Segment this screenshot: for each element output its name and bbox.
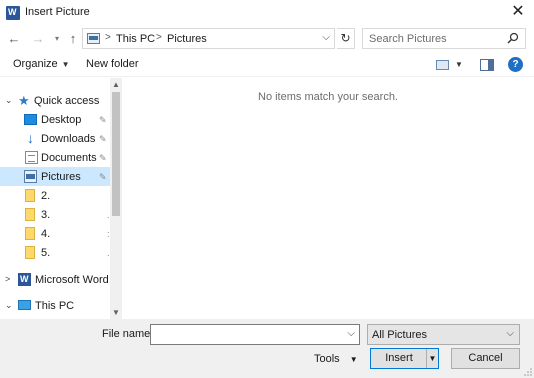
pictures-icon [24,170,37,183]
back-button[interactable]: ← [7,31,21,47]
search-icon[interactable] [507,32,519,44]
chevron-down-icon: ⌵ [506,328,514,339]
file-list-area[interactable]: No items match your search. [122,78,534,319]
window-title: Insert Picture [25,6,90,18]
chevron-down-icon[interactable]: ⌄ [5,95,13,106]
title-bar: Insert Picture ✕ [0,0,534,26]
search-input[interactable] [369,32,499,46]
dialog-footer: File name: ⌵ All Pictures ⌵ Tools ▼ Inser… [0,319,534,378]
chevron-down-icon[interactable]: ⌄ [5,300,13,311]
recent-locations-button[interactable]: ▾ [52,31,62,47]
tools-menu[interactable]: Tools ▼ [314,353,358,365]
resize-grip-icon[interactable] [524,368,532,376]
sidebar-item-label: Desktop [41,114,82,126]
folder-icon [25,208,35,221]
star-icon: ★ [18,93,30,108]
search-box[interactable] [362,28,526,49]
download-icon: ↓ [27,130,34,146]
sidebar-item-desktop[interactable]: Desktop ✎ [0,110,110,129]
sidebar-item-label: 5. [41,247,51,259]
new-folder-button[interactable]: New folder [86,58,139,70]
sidebar-item-this-pc[interactable]: ⌄ This PC [0,296,110,315]
file-type-selected: All Pictures [372,329,428,341]
sidebar-item-pictures[interactable]: Pictures ✎ [0,167,110,186]
sidebar-item-folder-3[interactable]: 3. . [0,205,110,224]
sidebar-item-microsoft-word[interactable]: > Microsoft Word [0,270,110,289]
sidebar-item-label: Downloads [41,133,96,145]
pc-icon [18,300,31,310]
sidebar-item-label: Documents [41,152,97,164]
sidebar-item-label: Microsoft Word [35,274,109,286]
insert-label: Insert [385,352,413,364]
breadcrumb-pictures[interactable]: Pictures [167,33,207,45]
pin-icon: ✎ [99,115,107,125]
up-button[interactable]: ↑ [66,31,80,47]
breadcrumb-this-pc[interactable]: This PC [116,33,155,45]
scroll-down-icon[interactable]: ▼ [112,308,120,317]
documents-icon [25,151,38,164]
sidebar-item-label: 2. [41,190,51,202]
navigation-bar: ← → ▾ ↑ > This PC > Pictures ⌵ ↻ [0,26,534,52]
sidebar-item-folder-4[interactable]: 4. : [0,224,110,243]
sidebar-item-label: 3. [41,209,51,221]
pictures-location-icon [87,33,100,44]
sidebar-item-folder-5[interactable]: 5. . [0,243,110,262]
breadcrumb-separator[interactable]: > [105,32,111,43]
file-name-input[interactable] [154,328,339,342]
command-toolbar: Organize ▼ New folder ▼ ? [0,53,534,77]
insert-options-caret-icon[interactable]: ▼ [426,349,438,368]
folder-icon [25,189,35,202]
chevron-down-icon[interactable]: ⌵ [347,328,355,339]
scroll-up-icon[interactable]: ▲ [112,80,120,89]
word-icon [18,273,31,286]
sidebar-item-downloads[interactable]: ↓ Downloads ✎ [0,129,110,148]
pin-icon: ✎ [99,134,107,144]
sidebar-item-label: 4. [41,228,51,240]
folder-icon [25,246,35,259]
tools-label: Tools [314,353,340,365]
refresh-button[interactable]: ↻ [337,28,355,49]
close-button[interactable]: ✕ [510,4,526,20]
file-type-select[interactable]: All Pictures ⌵ [367,324,520,345]
scrollbar-thumb[interactable] [112,92,120,216]
pin-icon: ✎ [99,153,107,163]
file-name-label: File name: [102,328,154,340]
caret-down-icon: ▼ [61,60,70,69]
sidebar-item-label: Quick access [34,95,100,107]
organize-label: Organize [13,58,58,70]
navigation-scrollbar[interactable]: ▲ ▼ [110,78,122,319]
navigation-pane: ⌄ ★ Quick access Desktop ✎ ↓ Downloads ✎… [0,78,122,319]
word-app-icon [6,6,20,20]
sidebar-item-quick-access[interactable]: ⌄ ★ Quick access [0,91,110,110]
breadcrumb-separator[interactable]: > [156,32,162,43]
pin-icon: ✎ [99,172,107,182]
sidebar-item-documents[interactable]: Documents ✎ [0,148,110,167]
caret-down-icon: ▼ [349,355,358,364]
address-bar[interactable]: > This PC > Pictures ⌵ [82,28,335,49]
preview-pane-icon[interactable] [480,59,494,71]
insert-button[interactable]: Insert ▼ [370,348,439,369]
forward-button[interactable]: → [31,31,45,47]
address-dropdown-icon[interactable]: ⌵ [322,32,330,43]
empty-results-message: No items match your search. [258,91,398,103]
sidebar-item-label: This PC [35,300,75,312]
folder-icon [25,227,35,240]
help-icon[interactable]: ? [508,57,523,72]
organize-menu[interactable]: Organize ▼ [13,58,70,70]
sidebar-item-label: Pictures [41,171,81,183]
desktop-icon [24,114,37,125]
view-options-caret-icon[interactable]: ▼ [455,60,463,69]
sidebar-item-folder-2[interactable]: 2. [0,186,110,205]
cancel-button[interactable]: Cancel [451,348,520,369]
chevron-right-icon[interactable]: > [5,274,10,284]
change-view-icon[interactable] [436,60,449,70]
file-name-field[interactable]: ⌵ [150,324,360,345]
